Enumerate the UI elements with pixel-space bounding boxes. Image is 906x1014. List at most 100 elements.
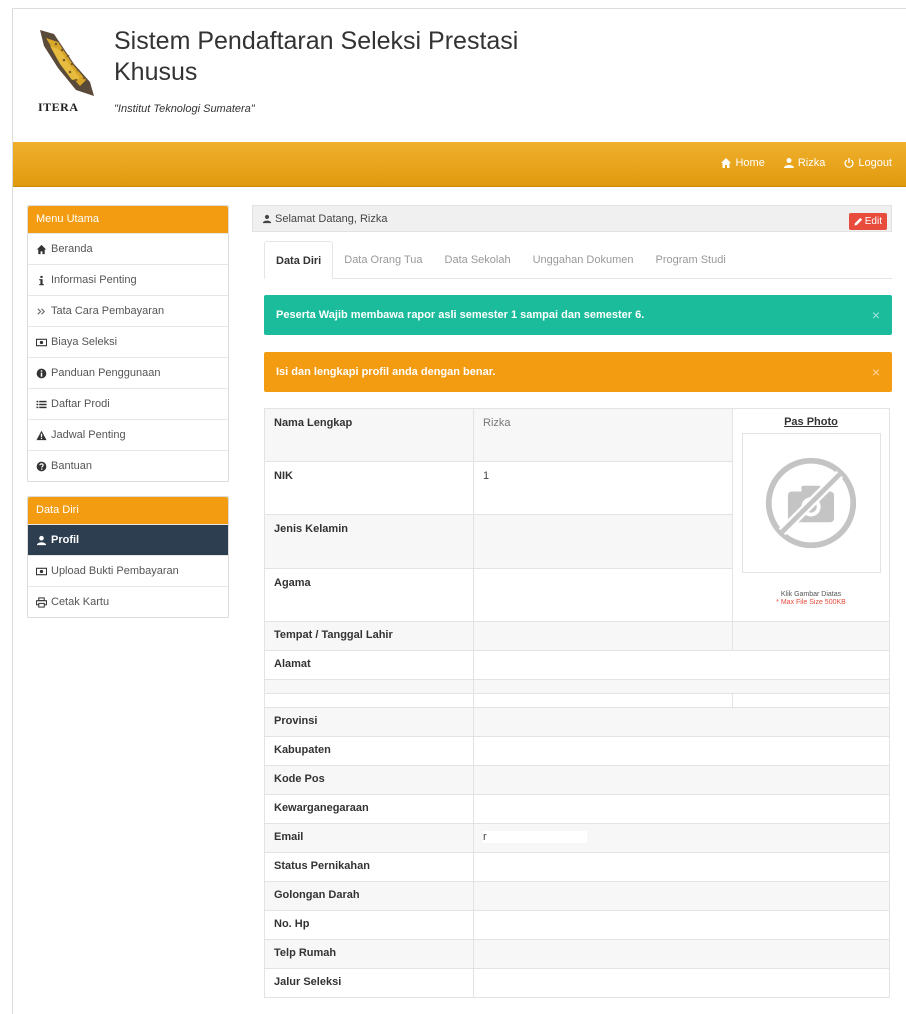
profile-alert-text: Isi dan lengkapi profil anda dengan bena… [276,366,496,378]
rapor-alert-text: Peserta Wajib membawa rapor asli semeste… [276,309,645,321]
sidebar-item-label: Profil [51,533,80,546]
money-icon [36,566,47,577]
site-header: ITERA Sistem Pendaftaran Seleksi Prestas… [22,18,892,138]
print-icon [36,596,47,608]
sidebar-item-tata-cara[interactable]: Tata Cara Pembayaran [28,295,228,326]
edit-button[interactable]: Edit [848,213,887,230]
nav-logout-label: Logout [858,157,892,169]
row-label: Golongan Darah [274,889,360,901]
no-photo-icon [765,457,857,549]
row-value [483,969,880,976]
row-label: Jenis Kelamin [274,523,348,535]
row-value [483,911,880,918]
table-row: No. Hp [264,910,890,940]
row-value [483,795,880,802]
user-icon [36,535,47,546]
data-diri-panel: Data Diri Profil Upload Bukti Pembayaran… [27,496,229,618]
money-icon [36,337,47,348]
user-icon [262,214,272,223]
row-value [483,651,880,658]
edit-button-label: Edit [864,216,882,227]
sidebar-item-label: Biaya Seleksi [51,335,118,348]
home-icon [721,158,732,168]
sidebar-item-jadwal[interactable]: Jadwal Penting [28,419,228,450]
sidebar: Menu Utama Beranda Informasi Penting Tat… [27,205,229,632]
tab-data-orang-tua[interactable]: Data Orang Tua [333,241,433,278]
table-row: Status Pernikahan [264,852,890,882]
row-label: Email [274,831,304,843]
row-value [483,515,723,523]
row-label: NIK [274,470,293,482]
info-icon [36,275,47,286]
tab-program-studi[interactable]: Program Studi [644,241,736,278]
page-subtitle: "Institut Teknologi Sumatera" [114,103,255,115]
photo-hint-text: Klik Gambar Diatas [780,591,842,598]
sidebar-item-bantuan[interactable]: Bantuan [28,450,228,481]
tab-data-diri[interactable]: Data Diri [264,241,334,279]
table-row: Telp Rumah [264,939,890,969]
home-icon [36,244,47,255]
pas-photo-upload[interactable] [741,433,881,573]
table-row [264,693,890,708]
row-label: Tempat / Tanggal Lahir [274,629,393,641]
top-navbar: Home Rizka Logout [13,142,906,187]
question-icon [36,461,47,472]
row-value [483,940,880,947]
profile-table: Nama Lengkap Rizka Pas Photo Klik Gambar… [264,408,890,998]
row-value: Rizka [483,417,511,429]
main-content: Selamat Datang, Rizka Edit Data Diri Dat… [252,205,892,998]
nav-home-link[interactable]: Home [720,157,765,169]
close-icon[interactable]: × [872,295,880,335]
table-row: Kewarganegaraan [264,794,890,824]
row-value [483,882,880,889]
tab-data-sekolah[interactable]: Data Sekolah [434,241,522,278]
sidebar-item-daftar-prodi[interactable]: Daftar Prodi [28,388,228,419]
row-label: Kode Pos [274,773,325,785]
welcome-text: Selamat Datang, Rizka [275,212,388,225]
row-label: Kewarganegaraan [274,802,369,814]
data-diri-header: Data Diri [28,497,228,524]
sidebar-item-cetak-kartu[interactable]: Cetak Kartu [28,586,228,617]
row-value [483,622,723,629]
row-label: Agama [274,577,311,589]
table-row: Kode Pos [264,765,890,795]
pencil-icon [854,217,862,226]
sidebar-item-informasi[interactable]: Informasi Penting [28,264,228,295]
row-value [483,853,880,860]
table-row [264,679,890,694]
sidebar-item-label: Panduan Penggunaan [51,366,161,379]
sidebar-item-profil[interactable]: Profil [28,524,228,555]
table-row: Email r [264,823,890,853]
pas-photo-cell: Pas Photo Klik Gambar Diatas * Max File … [732,408,890,622]
user-icon [783,158,794,168]
rapor-alert: Peserta Wajib membawa rapor asli semeste… [264,295,892,335]
sidebar-item-biaya[interactable]: Biaya Seleksi [28,326,228,357]
sidebar-item-beranda[interactable]: Beranda [28,233,228,264]
profile-alert: Isi dan lengkapi profil anda dengan bena… [264,352,892,392]
menu-utama-panel: Menu Utama Beranda Informasi Penting Tat… [27,205,229,482]
sidebar-item-label: Informasi Penting [51,273,137,286]
table-row: Golongan Darah [264,881,890,911]
itera-logo [36,24,98,102]
nav-home-label: Home [735,157,765,169]
table-row: Nama Lengkap Rizka Pas Photo Klik Gambar… [264,408,890,622]
double-chevron-icon [36,306,47,317]
sidebar-item-panduan[interactable]: Panduan Penggunaan [28,357,228,388]
logo-text: ITERA [38,100,79,114]
welcome-bar: Selamat Datang, Rizka Edit [252,205,892,232]
power-icon [844,158,854,168]
row-value: r [483,831,587,843]
nav-user-link[interactable]: Rizka [783,157,825,169]
tab-unggahan-dokumen[interactable]: Unggahan Dokumen [522,241,645,278]
page-title: Sistem Pendaftaran Seleksi Prestasi Khus… [114,27,519,86]
row-label: Kabupaten [274,744,331,756]
sidebar-item-label: Jadwal Penting [51,428,126,441]
photo-max-size-text: * Max File Size 500KB [776,599,846,606]
nav-logout-link[interactable]: Logout [843,157,892,169]
sidebar-item-label: Beranda [51,242,93,255]
close-icon[interactable]: × [872,352,880,392]
row-value [483,737,880,744]
sidebar-item-upload-bukti[interactable]: Upload Bukti Pembayaran [28,555,228,586]
row-value [483,708,880,715]
row-value: 1 [483,470,490,482]
